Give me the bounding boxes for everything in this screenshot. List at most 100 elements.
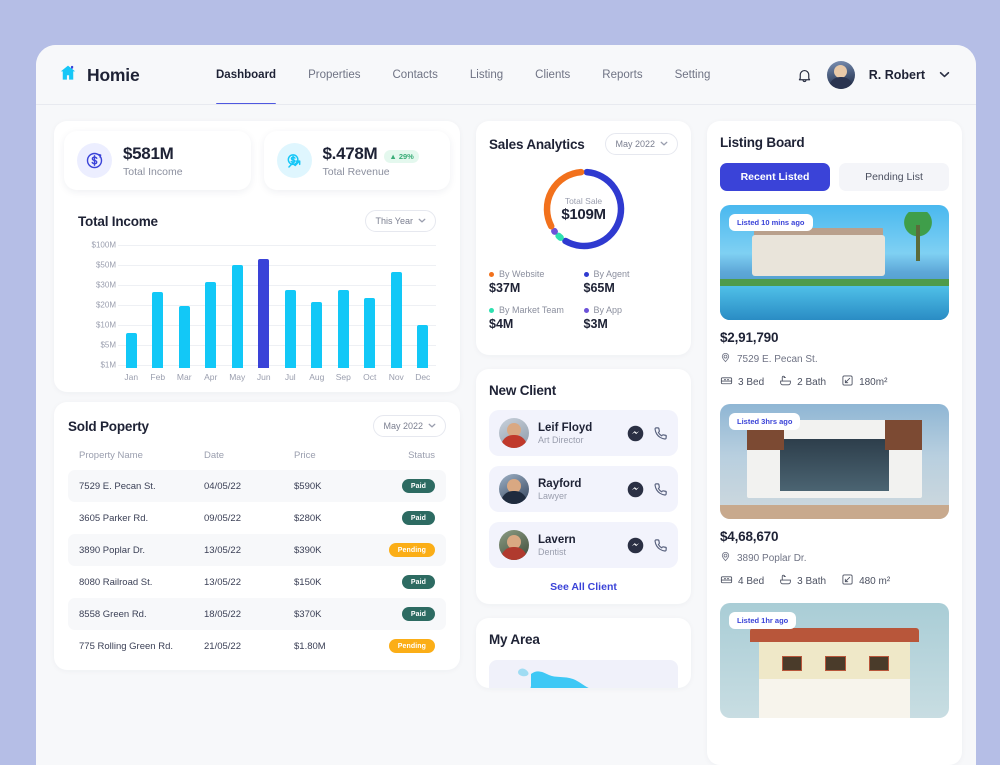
bar[interactable] [338,290,349,368]
cell-status: Paid [374,502,446,534]
cell-price: $150K [294,566,374,598]
messenger-icon[interactable] [627,481,644,498]
stat-card-total-revenue[interactable]: $.478M ▲ 29% Total Revenue [264,131,451,190]
bar-column[interactable] [304,242,331,368]
bar-column[interactable] [224,242,251,368]
brand-logo[interactable]: Homie [58,63,178,88]
see-all-client-link[interactable]: See All Client [489,581,678,593]
listing-price: $2,91,790 [720,330,949,345]
map-shape-icon [489,660,678,688]
bar-column[interactable] [118,242,145,368]
nav-item-contacts[interactable]: Contacts [377,45,454,105]
top-navigation-bar: Homie Dashboard Properties Contacts List… [36,45,976,105]
client-list-item[interactable]: RayfordLawyer [489,466,678,512]
phone-icon[interactable] [653,538,668,553]
chevron-down-icon[interactable] [939,70,950,80]
bar-column[interactable] [410,242,437,368]
client-role: Lawyer [538,491,618,501]
x-axis-tick: Jul [277,372,304,382]
bar-column[interactable] [198,242,225,368]
bar-column[interactable] [277,242,304,368]
listing-board-title: Listing Board [720,135,804,150]
bar[interactable] [258,259,269,369]
bar[interactable] [311,302,322,368]
legend-label: By Website [499,269,544,279]
bar-column[interactable] [383,242,410,368]
table-row[interactable]: 775 Rolling Green Rd.21/05/22$1.80MPendi… [68,630,446,662]
table-body: 7529 E. Pecan St.04/05/22$590KPaid3605 P… [68,470,446,662]
client-list-item[interactable]: LavernDentist [489,522,678,568]
messenger-icon[interactable] [627,537,644,554]
total-income-chart-panel: Total Income This Year $100M$50M$30M$20M… [64,198,450,392]
bar-column[interactable] [330,242,357,368]
y-axis-tick: $50M [96,261,116,270]
table-row[interactable]: 8558 Green Rd.18/05/22$370KPaid [68,598,446,630]
bath-icon [779,374,792,390]
listing-card[interactable]: Listed 1hr ago [720,603,949,718]
cell-status: Pending [374,534,446,566]
bar-column[interactable] [251,242,278,368]
bar[interactable] [417,325,428,368]
nav-item-reports[interactable]: Reports [586,45,658,105]
table-row[interactable]: 7529 E. Pecan St.04/05/22$590KPaid [68,470,446,502]
nav-links: Dashboard Properties Contacts Listing Cl… [200,45,726,105]
bell-icon[interactable] [796,67,813,84]
bar[interactable] [364,298,375,368]
client-list-item[interactable]: Leif FloydArt Director [489,410,678,456]
sales-range-dropdown[interactable]: May 2022 [605,133,678,155]
area-map[interactable] [489,660,678,688]
bar[interactable] [152,292,163,368]
listing-card[interactable]: Listed 10 mins ago $2,91,790 7529 E. Pec… [720,205,949,390]
tab-pending-list[interactable]: Pending List [839,163,949,191]
x-axis-tick: Mar [171,372,198,382]
column-price: Price [294,446,374,470]
legend-item: By App$3M [584,305,679,331]
chart-header: Total Income This Year [78,210,436,232]
cell-property-name: 8558 Green Rd. [68,598,204,630]
stat-card-total-income[interactable]: $581M Total Income [64,131,251,190]
stat-label: Total Revenue [323,166,419,178]
decor-palm-icon [896,212,940,270]
avatar[interactable] [827,61,855,89]
nav-item-dashboard[interactable]: Dashboard [200,45,292,105]
table-row[interactable]: 8080 Railroad St.13/05/22$150KPaid [68,566,446,598]
bar[interactable] [179,306,190,368]
phone-icon[interactable] [653,482,668,497]
legend-color-dot [489,272,494,277]
nav-item-clients[interactable]: Clients [519,45,586,105]
bar[interactable] [205,282,216,368]
status-badge: Paid [402,479,435,493]
new-client-panel: New Client Leif FloydArt DirectorRayford… [476,369,691,604]
messenger-icon[interactable] [627,425,644,442]
column-property-name: Property Name [68,446,204,470]
bar[interactable] [391,272,402,368]
phone-icon[interactable] [653,426,668,441]
tab-recent-listed[interactable]: Recent Listed [720,163,830,191]
stat-value: $581M [123,144,183,164]
bar-column[interactable] [171,242,198,368]
my-area-panel: My Area [476,618,691,688]
bar-column[interactable] [357,242,384,368]
sales-analytics-title: Sales Analytics [489,137,585,152]
feature-beds-label: 4 Bed [738,576,764,587]
cell-status: Pending [374,630,446,662]
y-axis-tick: $20M [96,301,116,310]
bar[interactable] [126,333,137,368]
listing-card[interactable]: Listed 3hrs ago $4,68,670 3890 Poplar Dr… [720,404,949,589]
bar-column[interactable] [145,242,172,368]
table-row[interactable]: 3605 Parker Rd.09/05/22$280KPaid [68,502,446,534]
table-row[interactable]: 3890 Poplar Dr.13/05/22$390KPending [68,534,446,566]
x-axis-tick: Sep [330,372,357,382]
sales-analytics-header: Sales Analytics May 2022 [489,133,678,155]
sold-range-dropdown[interactable]: May 2022 [373,415,446,437]
right-column: Listing Board Recent Listed Pending List… [707,121,962,765]
feature-baths-label: 2 Bath [797,377,826,388]
decor-window [869,656,890,671]
nav-item-properties[interactable]: Properties [292,45,376,105]
legend-color-dot [584,272,589,277]
nav-item-setting[interactable]: Setting [659,45,727,105]
chart-range-dropdown[interactable]: This Year [365,210,436,232]
bar[interactable] [285,290,296,368]
bar[interactable] [232,265,243,368]
nav-item-listing[interactable]: Listing [454,45,519,105]
